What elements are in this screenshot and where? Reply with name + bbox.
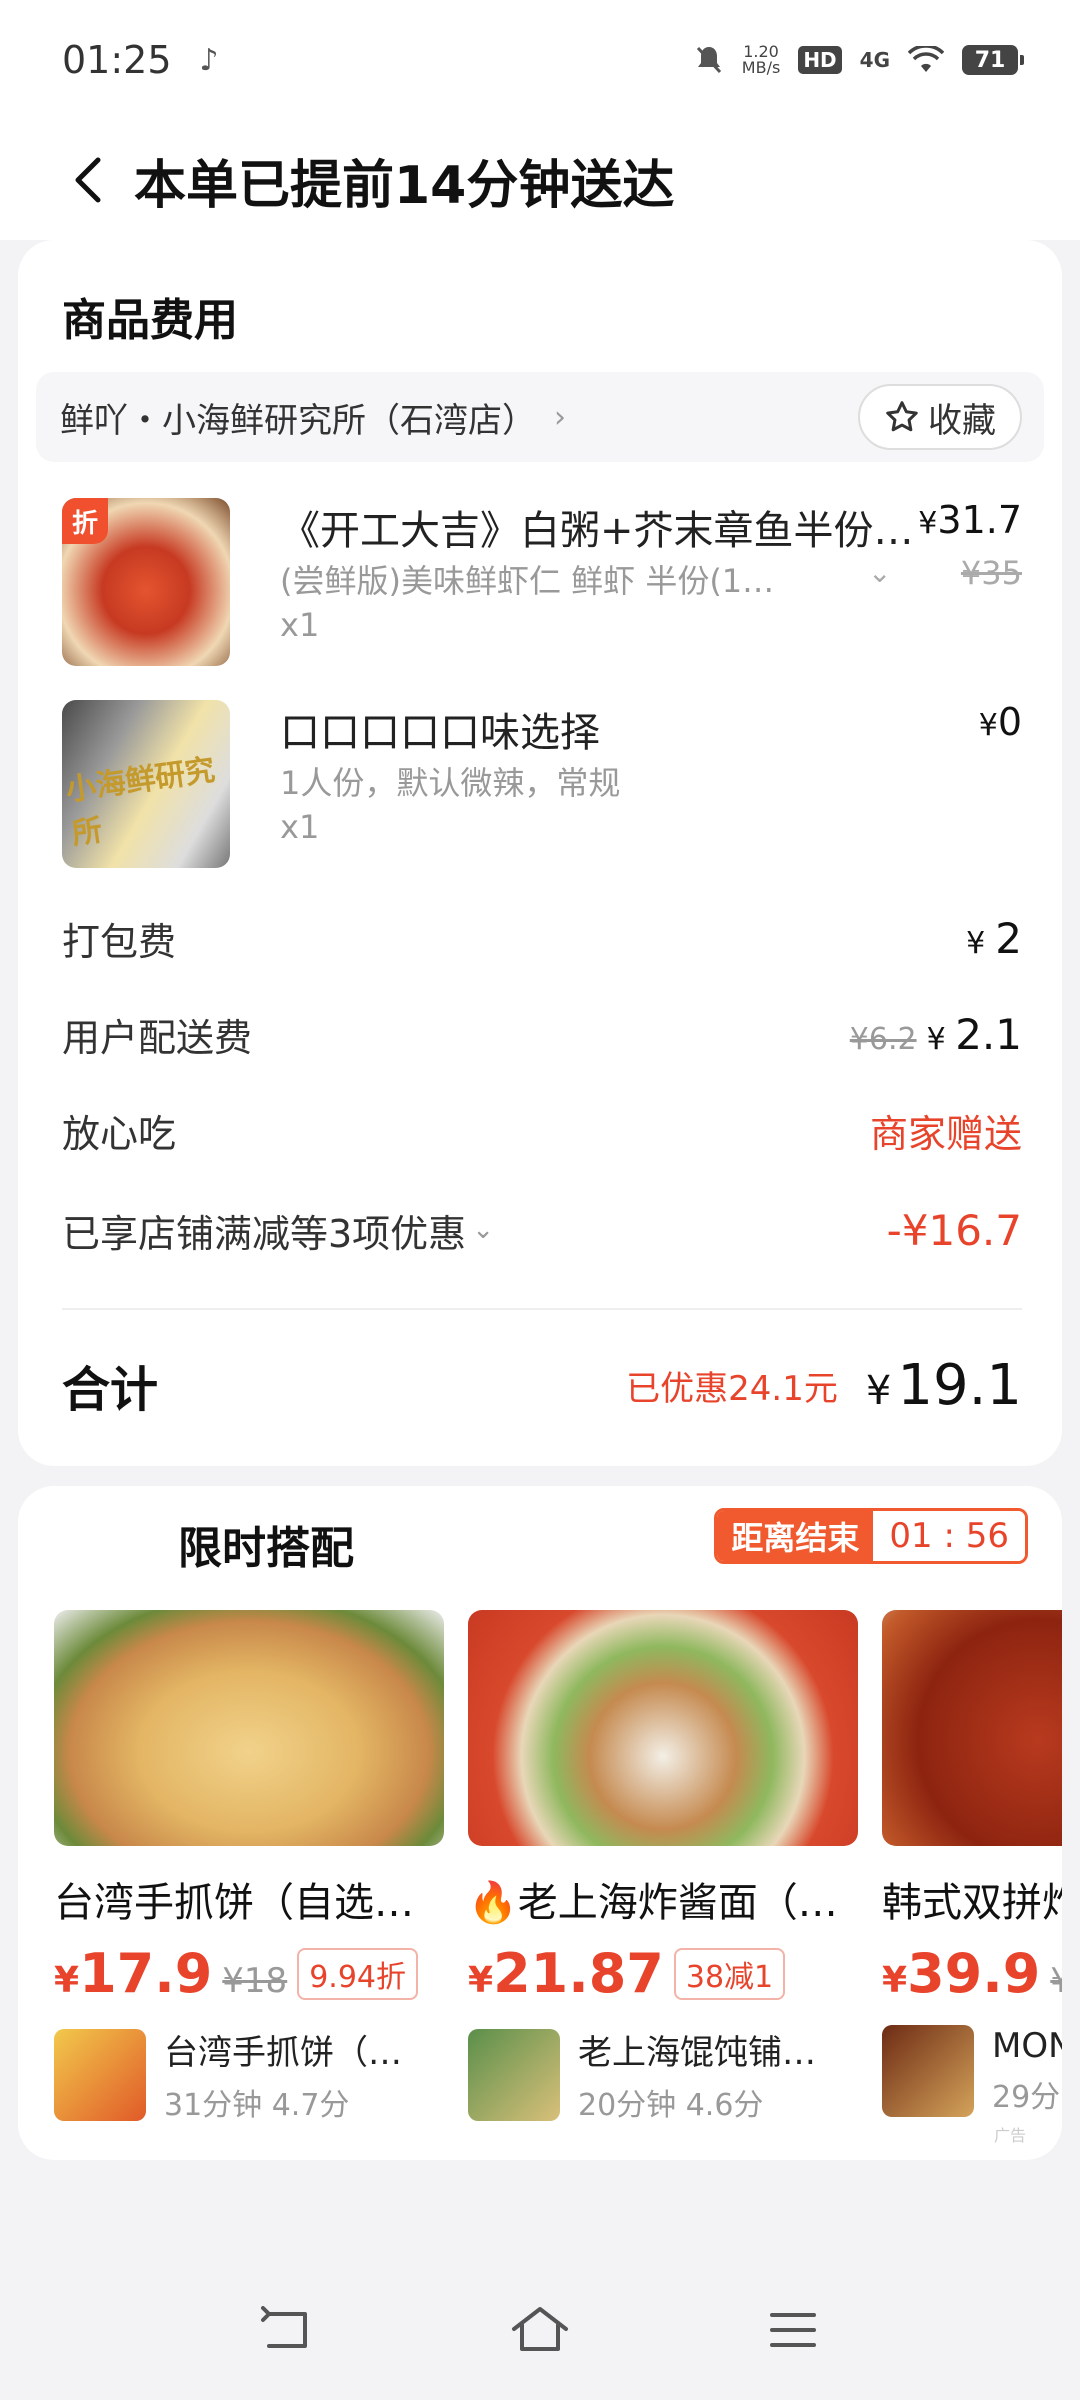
system-nav-bar xyxy=(0,2260,1080,2400)
item-price: ¥0 xyxy=(978,700,1022,744)
status-icons: 1.20 MB/s HD 4G 71 xyxy=(694,42,1024,77)
shop-logo xyxy=(882,2025,974,2117)
back-arrow-icon[interactable] xyxy=(58,150,118,210)
status-time: 01:25 xyxy=(62,38,172,82)
star-icon xyxy=(886,401,918,432)
item-qty: x1 xyxy=(280,606,320,644)
total-amount: ¥19.1 xyxy=(865,1352,1022,1418)
item-original-price: ¥35 xyxy=(960,554,1022,592)
item-price: ¥31.7 xyxy=(918,498,1022,542)
chevron-down-icon[interactable]: ⌄ xyxy=(472,1215,494,1245)
product-card[interactable]: 台湾手抓饼（自选… ¥17.9 ¥18 9.94折 台湾手抓饼（… 31分钟 4… xyxy=(54,1610,444,2130)
product-price: ¥39.9 xyxy=(882,1942,1041,2005)
item-thumbnail: 小海鲜研究所 xyxy=(62,700,230,868)
fee-label: 已享店铺满减等3项优惠 xyxy=(62,1211,467,1256)
thumbnail-sign-text: 小海鲜研究所 xyxy=(63,752,218,852)
page-title: 本单已提前14分钟送达 xyxy=(134,155,675,216)
fee-label: 打包费 xyxy=(62,919,177,964)
shop-info[interactable]: MON 29分 xyxy=(882,2025,1062,2117)
hd-icon: HD xyxy=(798,46,842,74)
wifi-icon xyxy=(908,46,944,72)
network-speed: 1.20 MB/s xyxy=(741,42,781,77)
store-row[interactable]: 鲜吖・小海鲜研究所（石湾店） › 收藏 xyxy=(36,372,1044,462)
total-label: 合计 xyxy=(62,1362,159,1418)
product-original-price: ¥18 xyxy=(222,1961,288,2001)
order-fee-card: 商品费用 鲜吖・小海鲜研究所（石湾店） › 收藏 折 《开工大吉》白粥+芥末章鱼… xyxy=(18,240,1062,1466)
page-header: 本单已提前14分钟送达 xyxy=(0,120,1080,240)
shop-meta: 20分钟 4.6分 xyxy=(578,2088,764,2123)
shop-logo xyxy=(468,2028,560,2121)
shop-meta: 31分钟 4.7分 xyxy=(164,2088,350,2123)
product-price: ¥17.9 xyxy=(54,1942,213,2005)
combo-title: 限时搭配 xyxy=(178,1523,354,1574)
shop-name: 台湾手抓饼（… xyxy=(164,2033,402,2073)
battery-icon: 71 xyxy=(962,45,1024,75)
product-card[interactable]: 韩式双拼炸 ¥39.9 ¥ MON 29分 xyxy=(882,1610,1062,2130)
discount-tag: 折 xyxy=(62,498,108,544)
total-saved: 已优惠24.1元 xyxy=(626,1368,838,1409)
fee-value: ¥6.2 ¥ 2.1 xyxy=(849,1009,1022,1059)
countdown-time: 01 : 56 xyxy=(873,1511,1025,1561)
store-name[interactable]: 鲜吖・小海鲜研究所（石湾店） xyxy=(60,393,536,442)
shop-info[interactable]: 老上海馄饨铺… 20分钟 4.6分 xyxy=(468,2025,858,2124)
fee-value: -¥16.7 xyxy=(886,1205,1022,1255)
fee-label: 放心吃 xyxy=(62,1111,177,1156)
item-desc: (尝鲜版)美味鲜虾仁 鲜虾 半份(1… xyxy=(280,562,775,600)
discounts-row[interactable]: 已享店铺满减等3项优惠 ⌄ -¥16.7 xyxy=(62,1200,1022,1260)
product-name: 🔥老上海炸酱面（… xyxy=(468,1880,838,1926)
total-row: 合计 已优惠24.1元 ¥19.1 xyxy=(62,1350,1022,1420)
product-list: 台湾手抓饼（自选… ¥17.9 ¥18 9.94折 台湾手抓饼（… 31分钟 4… xyxy=(54,1610,1062,2130)
item-name: 《开工大吉》白粥+芥末章鱼半份+… xyxy=(280,508,920,554)
ad-label: 广告 xyxy=(993,2126,1026,2145)
packing-fee-row: 打包费 ¥2 xyxy=(62,908,1022,968)
product-image[interactable] xyxy=(54,1610,444,1846)
countdown: 距离结束 01 : 56 xyxy=(714,1508,1028,1564)
section-title: 商品费用 xyxy=(62,295,238,346)
nav-back-icon[interactable] xyxy=(247,2290,327,2370)
item-qty: x1 xyxy=(280,808,320,846)
product-discount-tag: 38减1 xyxy=(673,1947,786,2000)
product-card[interactable]: 🔥老上海炸酱面（… ¥21.87 38减1 老上海馄饨铺… 20分钟 4.6分 xyxy=(468,1610,858,2130)
fee-value: ¥2 xyxy=(966,913,1022,963)
shop-info[interactable]: 台湾手抓饼（… 31分钟 4.7分 xyxy=(54,2025,444,2124)
divider xyxy=(62,1308,1022,1310)
item-desc: 1人份，默认微辣，常规 xyxy=(280,764,621,802)
combo-card: 限时搭配 距离结束 01 : 56 台湾手抓饼（自选… ¥17.9 ¥18 9.… xyxy=(18,1486,1062,2160)
product-name: 台湾手抓饼（自选… xyxy=(54,1880,414,1926)
favorite-button[interactable]: 收藏 xyxy=(858,384,1022,450)
worry-free-row: 放心吃 商家赠送 xyxy=(62,1100,1022,1160)
product-image[interactable] xyxy=(882,1610,1062,1846)
nav-menu-icon[interactable] xyxy=(753,2290,833,2370)
fee-value: 商家赠送 xyxy=(869,1111,1022,1156)
status-bar: 01:25 ♪ 1.20 MB/s HD 4G 71 xyxy=(0,0,1080,120)
fee-label: 用户配送费 xyxy=(62,1015,253,1060)
delivery-fee-row: 用户配送费 ¥6.2 ¥ 2.1 xyxy=(62,1004,1022,1064)
fee-original: ¥6.2 xyxy=(849,1021,917,1057)
shop-meta: 29分 xyxy=(992,2080,1061,2115)
shop-logo xyxy=(54,2028,146,2121)
chevron-right-icon: › xyxy=(554,399,566,435)
favorite-label: 收藏 xyxy=(928,400,996,441)
product-price-row: ¥17.9 ¥18 9.94折 xyxy=(54,1942,444,2005)
product-name: 韩式双拼炸 xyxy=(882,1880,1062,1926)
product-price-row: ¥21.87 38减1 xyxy=(468,1942,858,2005)
shop-name: MON xyxy=(992,2026,1062,2066)
nav-home-icon[interactable] xyxy=(500,2290,580,2370)
product-image[interactable] xyxy=(468,1610,858,1846)
product-original-price: ¥ xyxy=(1050,1961,1062,2001)
product-price-row: ¥39.9 ¥ xyxy=(882,1942,1062,2005)
product-discount-tag: 9.94折 xyxy=(297,1947,418,2000)
cellular-signal-icon: 4G xyxy=(859,48,890,72)
shop-name: 老上海馄饨铺… xyxy=(578,2033,816,2073)
mute-bell-icon xyxy=(696,46,721,74)
product-price: ¥21.87 xyxy=(468,1942,664,2005)
countdown-label: 距离结束 xyxy=(717,1511,874,1561)
tiktok-icon: ♪ xyxy=(199,42,219,78)
chevron-down-icon[interactable]: ⌄ xyxy=(868,556,891,589)
item-thumbnail: 折 xyxy=(62,498,230,666)
item-name: 口口口口口味选择 xyxy=(280,710,600,756)
